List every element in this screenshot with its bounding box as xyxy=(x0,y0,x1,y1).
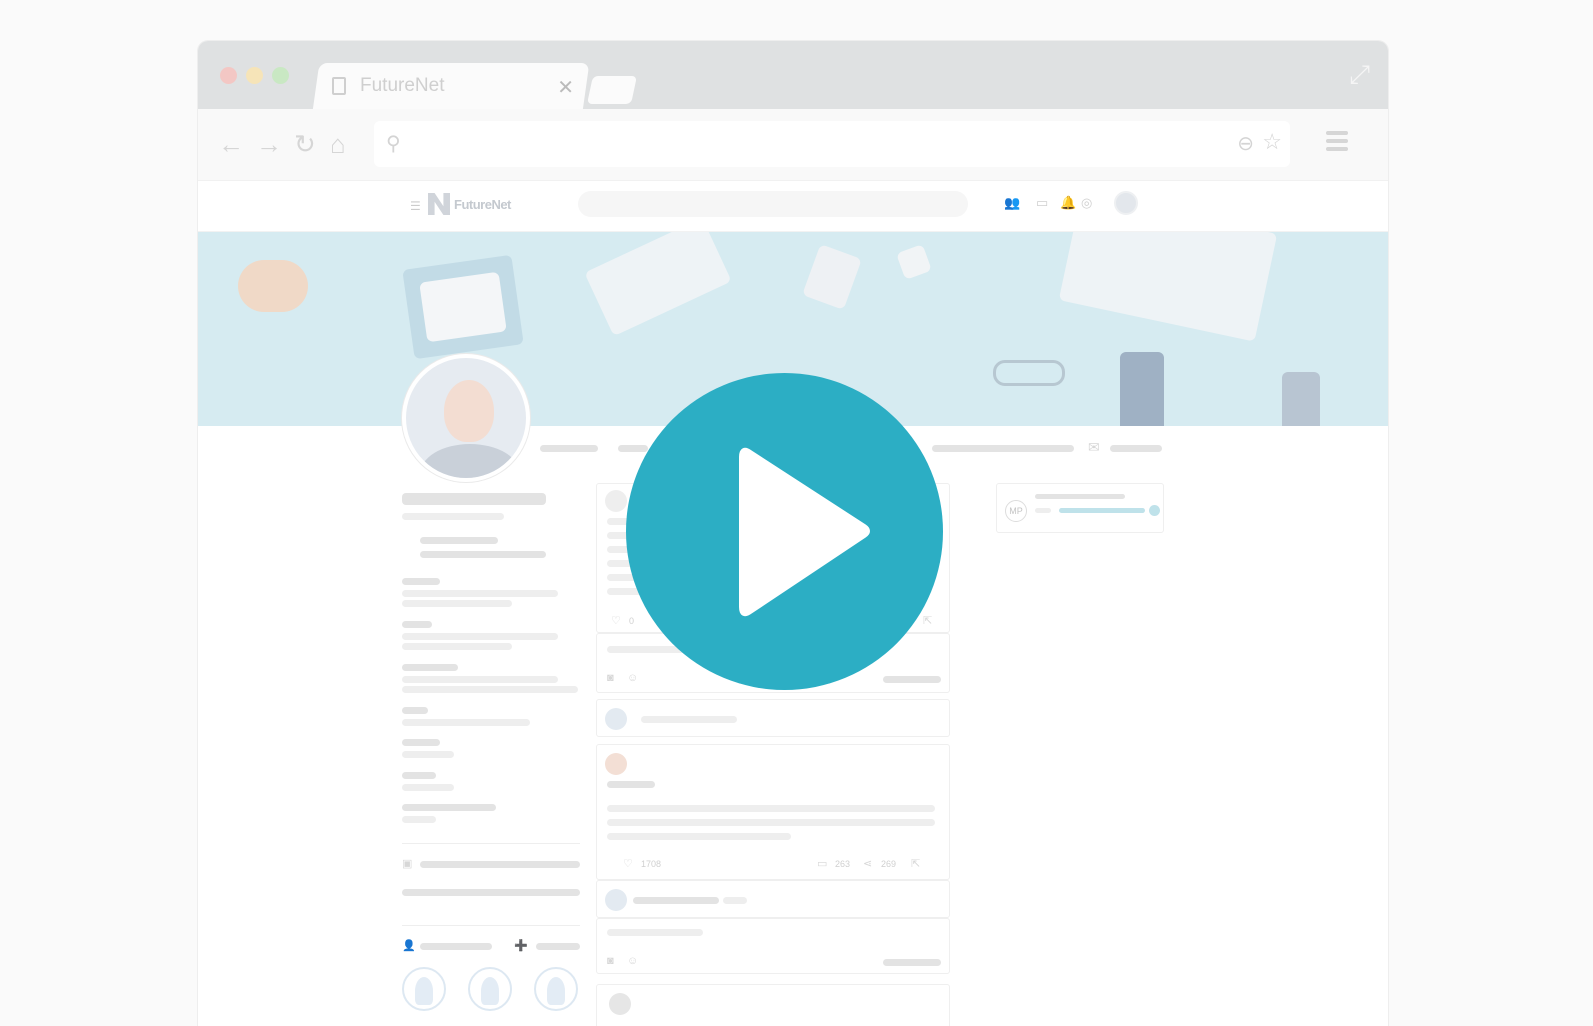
file-icon xyxy=(332,77,346,95)
comment-count: 263 xyxy=(835,859,851,869)
emoji-icon[interactable]: ☺ xyxy=(627,955,638,967)
briefcase-icon: ▣ xyxy=(402,858,413,870)
coin-icon[interactable]: ◎ xyxy=(1081,195,1092,211)
home-icon[interactable]: ⌂ xyxy=(330,129,346,159)
menu-icon[interactable] xyxy=(1326,131,1348,155)
like-count: 1708 xyxy=(641,859,662,869)
new-tab-button[interactable] xyxy=(587,76,637,104)
expand-icon[interactable]: ⤢ xyxy=(1349,59,1370,91)
maximize-window-button[interactable] xyxy=(272,67,289,84)
friends-label xyxy=(420,943,492,950)
back-icon[interactable]: ← xyxy=(218,129,244,159)
open-icon[interactable]: ⇱ xyxy=(911,857,920,870)
comment-row xyxy=(596,880,950,918)
close-window-button[interactable] xyxy=(220,67,237,84)
share-icon[interactable]: ⋖ xyxy=(863,857,872,870)
author-name[interactable] xyxy=(607,781,655,788)
badge: MP xyxy=(1005,500,1027,522)
friend-avatar[interactable] xyxy=(402,967,446,1011)
browser-titlebar: FutureNet ✕ ⤢ xyxy=(198,41,1388,111)
friend-avatar[interactable] xyxy=(534,967,578,1011)
bell-icon[interactable]: 🔔 xyxy=(1060,195,1076,211)
author-avatar[interactable] xyxy=(605,753,627,775)
people-icon[interactable]: 👥 xyxy=(1004,195,1020,211)
logo-mark-icon xyxy=(428,193,450,215)
post-card: ♡ 1708 ▭ 263 ⋖ 269 ⇱ xyxy=(596,744,950,880)
post-button[interactable] xyxy=(883,959,941,966)
brand-name: FutureNet xyxy=(454,196,511,212)
site-search-input[interactable] xyxy=(578,191,968,217)
author-avatar[interactable] xyxy=(609,993,631,1015)
search-icon: ⚲ xyxy=(386,133,401,155)
section-label xyxy=(402,664,458,671)
commenter-avatar[interactable] xyxy=(605,889,627,911)
profile-info xyxy=(420,551,546,558)
section-label xyxy=(402,578,440,585)
section-label xyxy=(402,739,440,746)
zoom-icon[interactable]: ⊖ xyxy=(1237,131,1254,156)
laptop-illustration xyxy=(1058,232,1278,342)
browser-toolbar: ← → ↻ ⌂ ⚲ ⊖ ☆ xyxy=(198,109,1388,181)
profile-tab[interactable] xyxy=(540,445,598,452)
profile-info xyxy=(420,537,498,544)
note-illustration xyxy=(896,244,932,280)
mouse-hand-illustration xyxy=(1282,372,1320,426)
section-label xyxy=(402,621,432,628)
comment-box[interactable]: ◙ ☺ xyxy=(596,918,950,974)
add-friend-icon[interactable]: ➕ xyxy=(514,939,528,952)
site-logo[interactable]: FutureNet xyxy=(428,193,511,215)
progress-bar xyxy=(1059,508,1145,513)
section-label xyxy=(402,707,428,714)
post-card xyxy=(596,984,950,1026)
friend-avatar[interactable] xyxy=(468,967,512,1011)
browser-tab[interactable]: FutureNet ✕ xyxy=(328,63,588,109)
message-button[interactable] xyxy=(1110,445,1162,452)
mail-icon[interactable]: ✉ xyxy=(1088,439,1100,456)
heart-icon[interactable]: ♡ xyxy=(623,857,633,870)
camera-icon[interactable]: ◙ xyxy=(607,955,614,967)
profile-name xyxy=(402,493,546,505)
coffee-cup-illustration xyxy=(238,260,308,312)
forward-icon[interactable]: → xyxy=(256,129,282,159)
site-header: ☰ FutureNet 👥 ▭ 🔔 ◎ xyxy=(198,181,1388,232)
comment-icon[interactable]: ▭ xyxy=(817,857,827,870)
tab-title: FutureNet xyxy=(360,75,445,96)
address-bar[interactable]: ⚲ ⊖ ☆ xyxy=(374,121,1290,167)
document-illustration xyxy=(584,232,732,337)
reload-icon[interactable]: ↻ xyxy=(294,129,316,159)
profile-tab[interactable] xyxy=(932,445,1074,452)
user-avatar[interactable] xyxy=(1114,191,1138,215)
add-icon[interactable] xyxy=(1149,505,1160,516)
author-avatar[interactable] xyxy=(605,490,627,512)
play-video-button[interactable] xyxy=(626,373,943,690)
hamburger-icon[interactable]: ☰ xyxy=(410,199,421,213)
hand-illustration xyxy=(1120,352,1164,426)
heart-icon[interactable]: ♡ xyxy=(611,614,621,627)
play-icon xyxy=(739,447,870,617)
chart-illustration xyxy=(419,271,507,343)
user-avatar xyxy=(605,708,627,730)
compose-bar[interactable] xyxy=(596,699,950,737)
section-label xyxy=(402,772,436,779)
chat-icon[interactable]: ▭ xyxy=(1036,195,1048,211)
glasses-illustration xyxy=(993,360,1065,386)
profile-subtitle xyxy=(402,513,504,520)
tab-close-icon[interactable]: ✕ xyxy=(557,75,574,100)
person-icon: 👤 xyxy=(402,940,416,952)
calculator-illustration xyxy=(802,244,862,310)
add-friend-button[interactable] xyxy=(536,943,580,950)
share-count: 269 xyxy=(881,859,897,869)
section-label xyxy=(402,804,496,811)
camera-icon[interactable]: ◙ xyxy=(607,672,614,684)
minimize-window-button[interactable] xyxy=(246,67,263,84)
star-icon[interactable]: ☆ xyxy=(1262,129,1282,155)
widget-card: MP xyxy=(996,483,1164,533)
profile-photo[interactable] xyxy=(402,354,530,482)
